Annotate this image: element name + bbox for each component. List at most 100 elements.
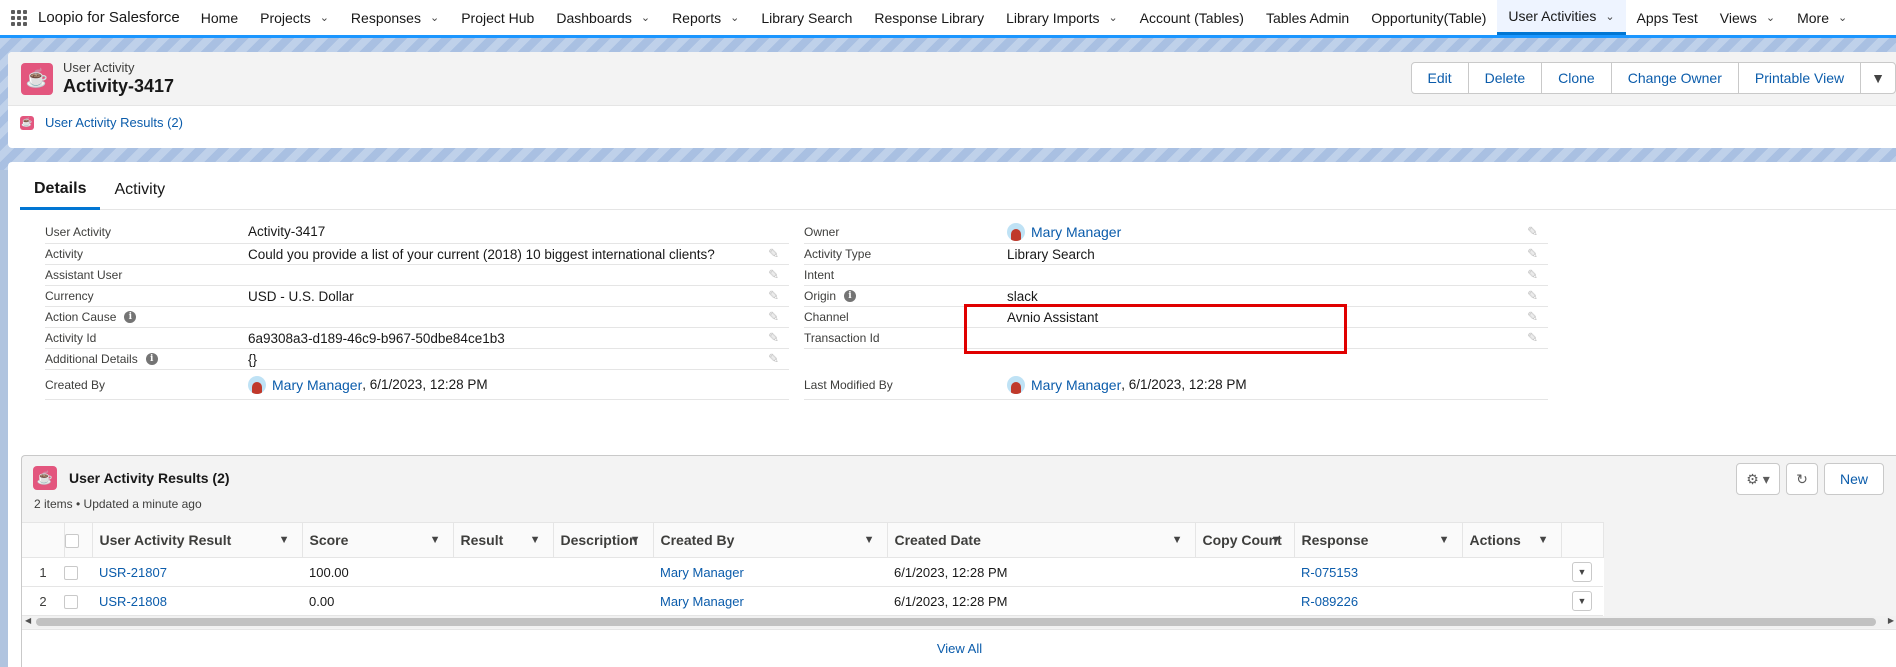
horizontal-scrollbar[interactable]: ◀ ▶ bbox=[22, 616, 1896, 628]
edit-pencil-icon[interactable]: ✎ bbox=[768, 246, 779, 262]
chevron-down-icon[interactable]: ▼ bbox=[1538, 534, 1549, 546]
scrollbar-thumb[interactable] bbox=[36, 618, 1876, 626]
info-icon[interactable]: i bbox=[844, 290, 857, 302]
edit-pencil-icon[interactable]: ✎ bbox=[1527, 309, 1538, 325]
info-icon[interactable]: i bbox=[124, 311, 137, 323]
scroll-right-icon[interactable]: ▶ bbox=[1888, 616, 1894, 625]
row-actions-dropdown[interactable]: ▼ bbox=[1572, 591, 1592, 611]
column-header-created-date[interactable]: Created Date ▼ bbox=[887, 522, 1196, 558]
chevron-down-icon[interactable]: ⌄ bbox=[641, 11, 650, 24]
nav-item-library-search[interactable]: Library Search bbox=[750, 0, 863, 35]
chevron-down-icon[interactable]: ▼ bbox=[530, 534, 541, 546]
nav-item-label: More bbox=[1797, 9, 1829, 26]
column-header-user-activity-result[interactable]: User Activity Result ▼ bbox=[92, 522, 303, 558]
chevron-down-icon[interactable]: ▼ bbox=[1172, 534, 1183, 546]
column-header-score[interactable]: Score ▼ bbox=[302, 522, 454, 558]
change-owner-button[interactable]: Change Owner bbox=[1610, 62, 1739, 94]
more-actions-button[interactable]: ▼ bbox=[1860, 62, 1896, 94]
chevron-down-icon[interactable]: ▼ bbox=[1439, 534, 1450, 546]
field-value: Library Search bbox=[1007, 246, 1095, 262]
list-settings-button[interactable]: ⚙ ▾ bbox=[1735, 463, 1780, 495]
edit-pencil-icon[interactable]: ✎ bbox=[1527, 288, 1538, 304]
nav-item-views[interactable]: Views ⌄ bbox=[1709, 0, 1786, 35]
response-link[interactable]: R-089226 bbox=[1301, 594, 1358, 609]
edit-pencil-icon[interactable]: ✎ bbox=[768, 288, 779, 304]
chevron-down-icon[interactable]: ⌄ bbox=[1605, 10, 1614, 23]
edit-pencil-icon[interactable]: ✎ bbox=[1527, 224, 1538, 240]
field-label: Currency bbox=[45, 289, 94, 303]
edit-pencil-icon[interactable]: ✎ bbox=[768, 309, 779, 325]
chevron-down-icon[interactable]: ▼ bbox=[430, 534, 441, 546]
row-actions-dropdown[interactable]: ▼ bbox=[1572, 562, 1592, 582]
edit-pencil-icon[interactable]: ✎ bbox=[1527, 246, 1538, 262]
edit-button[interactable]: Edit bbox=[1410, 62, 1469, 94]
chevron-down-icon[interactable]: ▼ bbox=[630, 534, 641, 546]
chevron-down-icon[interactable]: ⌄ bbox=[1108, 11, 1117, 24]
select-all-checkbox[interactable] bbox=[64, 534, 79, 549]
tab-details[interactable]: Details bbox=[20, 170, 101, 210]
nav-item-dashboards[interactable]: Dashboards ⌄ bbox=[545, 0, 661, 35]
column-header-description[interactable]: Description ▼ bbox=[553, 522, 654, 558]
tab-activity[interactable]: Activity bbox=[100, 170, 179, 210]
column-header-result[interactable]: Result ▼ bbox=[453, 522, 554, 558]
nav-item-library-imports[interactable]: Library Imports ⌄ bbox=[995, 0, 1129, 35]
related-list-subtitle: 2 items • Updated a minute ago bbox=[34, 497, 202, 511]
nav-item-responses[interactable]: Responses ⌄ bbox=[340, 0, 450, 35]
nav-item-project-hub[interactable]: Project Hub bbox=[450, 0, 545, 35]
row-checkbox[interactable] bbox=[64, 565, 78, 580]
response-link[interactable]: R-075153 bbox=[1301, 565, 1358, 580]
related-list-title[interactable]: User Activity Results (2) bbox=[69, 470, 230, 486]
chevron-down-icon[interactable]: ⌄ bbox=[320, 11, 329, 24]
nav-item-apps-test[interactable]: Apps Test bbox=[1626, 0, 1709, 35]
chevron-down-icon[interactable]: ⌄ bbox=[730, 11, 739, 24]
nav-item-response-library[interactable]: Response Library bbox=[863, 0, 995, 35]
user-link[interactable]: Mary Manager bbox=[272, 377, 362, 393]
record-title: Activity-3417 bbox=[63, 76, 175, 96]
user-link[interactable]: Mary Manager bbox=[1031, 377, 1121, 393]
view-all-link[interactable]: View All bbox=[937, 641, 982, 656]
row-menu-header bbox=[1561, 522, 1604, 558]
edit-pencil-icon[interactable]: ✎ bbox=[1527, 330, 1538, 346]
chevron-down-icon[interactable]: ▼ bbox=[279, 534, 290, 546]
result-link[interactable]: USR-21807 bbox=[99, 565, 167, 580]
nav-item-label: Projects bbox=[260, 9, 311, 26]
clone-button[interactable]: Clone bbox=[1541, 62, 1612, 94]
column-header-response[interactable]: Response ▼ bbox=[1294, 522, 1463, 558]
new-button[interactable]: New bbox=[1823, 463, 1884, 495]
nav-item-account-tables[interactable]: Account (Tables) bbox=[1129, 0, 1255, 35]
row-checkbox[interactable] bbox=[64, 594, 78, 609]
field-row: User Activity Activity-3417 bbox=[45, 220, 789, 244]
chevron-down-icon[interactable]: ▼ bbox=[1271, 534, 1282, 546]
nav-item-home[interactable]: Home bbox=[190, 0, 249, 35]
column-header-actions[interactable]: Actions ▼ bbox=[1462, 522, 1562, 558]
edit-pencil-icon[interactable]: ✎ bbox=[768, 330, 779, 346]
nav-item-more[interactable]: More ⌄ bbox=[1786, 0, 1858, 35]
column-header-copy-count[interactable]: Copy Count ▼ bbox=[1195, 522, 1295, 558]
chevron-down-icon[interactable]: ⌄ bbox=[1766, 11, 1775, 24]
app-launcher-icon[interactable] bbox=[0, 0, 38, 37]
nav-item-reports[interactable]: Reports ⌄ bbox=[661, 0, 750, 35]
chevron-down-icon[interactable]: ⌄ bbox=[430, 11, 439, 24]
printable-view-button[interactable]: Printable View bbox=[1737, 62, 1862, 94]
nav-item-projects[interactable]: Projects ⌄ bbox=[249, 0, 340, 35]
edit-pencil-icon[interactable]: ✎ bbox=[768, 351, 779, 367]
nav-item-label: Home bbox=[200, 9, 239, 26]
related-link-user-activity-results[interactable]: User Activity Results (2) bbox=[45, 115, 183, 130]
result-link[interactable]: USR-21808 bbox=[99, 594, 167, 609]
user-link[interactable]: Mary Manager bbox=[660, 594, 744, 609]
nav-item-opportunity-table[interactable]: Opportunity(Table) bbox=[1360, 0, 1497, 35]
delete-button[interactable]: Delete bbox=[1467, 62, 1543, 94]
refresh-button[interactable]: ↻ bbox=[1785, 463, 1818, 495]
edit-pencil-icon[interactable]: ✎ bbox=[768, 267, 779, 283]
nav-item-tables-admin[interactable]: Tables Admin bbox=[1255, 0, 1360, 35]
scroll-left-icon[interactable]: ◀ bbox=[25, 616, 31, 625]
chevron-down-icon[interactable]: ▼ bbox=[864, 534, 875, 546]
chevron-down-icon[interactable]: ⌄ bbox=[1838, 11, 1847, 24]
nav-item-user-activities[interactable]: User Activities ⌄ bbox=[1497, 0, 1626, 35]
column-header-created-by[interactable]: Created By ▼ bbox=[653, 522, 888, 558]
info-icon[interactable]: i bbox=[145, 353, 158, 365]
created-by-cell: Mary Manager bbox=[653, 586, 887, 616]
user-link[interactable]: Mary Manager bbox=[1031, 224, 1121, 240]
edit-pencil-icon[interactable]: ✎ bbox=[1527, 267, 1538, 283]
user-link[interactable]: Mary Manager bbox=[660, 565, 744, 580]
